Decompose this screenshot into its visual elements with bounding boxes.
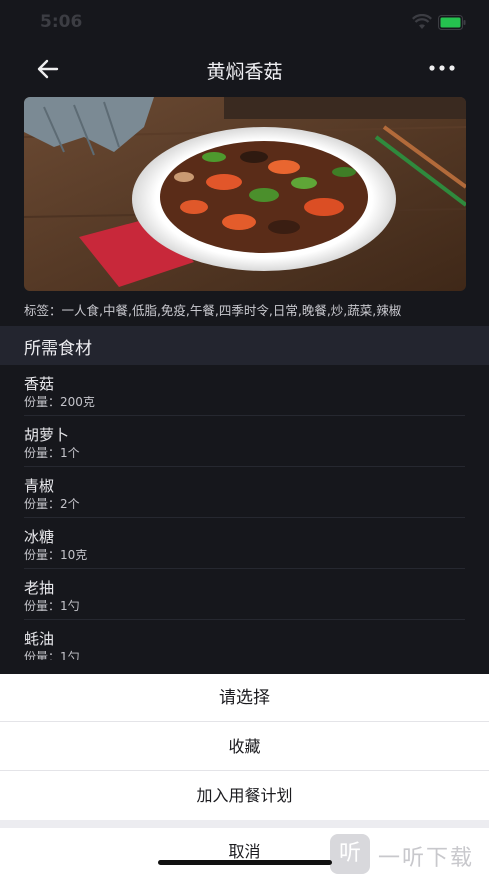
home-indicator[interactable] — [158, 860, 332, 865]
watermark-logo: 听 — [330, 834, 370, 874]
action-sheet-title: 请选择 — [0, 674, 489, 722]
list-item: 青椒 份量：2个 — [24, 467, 465, 518]
status-bar: 5:06 — [0, 0, 489, 46]
divider — [0, 820, 489, 828]
dish-photo-illustration — [24, 97, 466, 291]
nav-bar: 黄焖香菇 — [0, 46, 489, 92]
status-time: 5:06 — [40, 12, 83, 32]
backdrop — [0, 660, 489, 674]
dish-photo — [24, 97, 466, 291]
favorite-button[interactable]: 收藏 — [0, 723, 489, 771]
watermark: 听 一听下载 — [330, 834, 489, 874]
list-item: 胡萝卜 份量：1个 — [24, 416, 465, 467]
wifi-icon — [412, 14, 432, 29]
ingredient-amount: 份量：2个 — [24, 497, 80, 511]
list-item: 冰糖 份量：10克 — [24, 518, 465, 569]
ingredient-name: 老抽 — [24, 579, 55, 597]
ingredient-list: 香菇 份量：200克 胡萝卜 份量：1个 青椒 份量：2个 冰糖 份量：10克 … — [0, 365, 489, 671]
more-dots-icon[interactable] — [428, 63, 456, 73]
battery-icon — [438, 15, 466, 30]
add-to-meal-plan-button[interactable]: 加入用餐计划 — [0, 772, 489, 820]
watermark-text: 一听下载 — [378, 846, 475, 871]
ingredient-amount: 份量：1个 — [24, 446, 80, 460]
list-item: 老抽 份量：1勺 — [24, 569, 465, 620]
ingredient-name: 冰糖 — [24, 528, 55, 546]
tags-line: 标签：一人食,中餐,低脂,免疫,午餐,四季时令,日常,晚餐,炒,蔬菜,辣椒 — [24, 303, 402, 318]
ingredient-amount: 份量：1勺 — [24, 599, 80, 613]
ingredient-name: 胡萝卜 — [24, 426, 70, 444]
ingredient-amount: 份量：10克 — [24, 548, 88, 562]
ingredient-amount: 份量：200克 — [24, 395, 95, 409]
ingredients-section-header: 所需食材 — [0, 326, 489, 365]
ingredient-name: 蚝油 — [24, 630, 55, 648]
list-item: 香菇 份量：200克 — [24, 365, 465, 416]
ingredient-name: 青椒 — [24, 477, 55, 495]
ingredient-name: 香菇 — [24, 375, 55, 393]
section-title: 所需食材 — [24, 339, 92, 359]
page-title: 黄焖香菇 — [206, 61, 283, 83]
